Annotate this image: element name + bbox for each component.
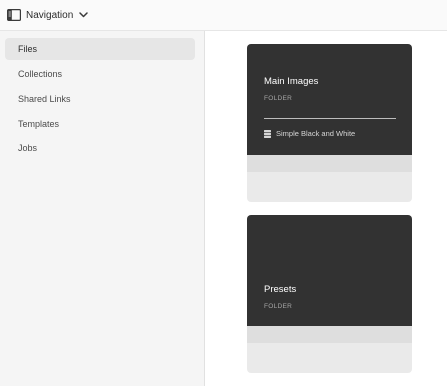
card-footer-strip: [247, 326, 412, 343]
card-title: Main Images: [264, 76, 319, 87]
card-footer-strip: [247, 155, 412, 172]
card-divider: [264, 118, 396, 119]
stack-icon: [264, 129, 271, 138]
sidebar-item-label: Shared Links: [18, 94, 71, 104]
navigation-toggle[interactable]: Navigation: [0, 0, 89, 31]
top-bar: Navigation: [0, 0, 447, 31]
chevron-down-icon: [79, 12, 89, 18]
card-type: FOLDER: [264, 95, 293, 102]
sidebar-item-jobs[interactable]: Jobs: [5, 137, 195, 159]
folder-card-presets[interactable]: Presets FOLDER: [247, 215, 412, 373]
card-meta: Simple Black and White: [264, 129, 355, 138]
content-area: Main Images FOLDER Simple Black and Whit…: [206, 31, 447, 386]
sidebar-item-templates[interactable]: Templates: [5, 113, 195, 135]
sidebar-item-label: Files: [18, 44, 38, 54]
navigation-label: Navigation: [26, 9, 74, 21]
card-meta-text: Simple Black and White: [276, 129, 356, 138]
sidebar-item-label: Jobs: [18, 143, 38, 153]
folder-card-main-images[interactable]: Main Images FOLDER Simple Black and Whit…: [247, 44, 412, 202]
left-rail-icon: [7, 9, 21, 21]
sidebar-item-label: Templates: [18, 119, 60, 129]
sidebar-item-label: Collections: [18, 69, 63, 79]
card-footer: [247, 343, 412, 373]
navigation-sidebar: Files Collections Shared Links Templates…: [0, 31, 205, 386]
sidebar-item-collections[interactable]: Collections: [5, 63, 195, 85]
card-title: Presets: [264, 284, 297, 295]
card-footer: [247, 172, 412, 202]
sidebar-item-shared-links[interactable]: Shared Links: [5, 88, 195, 110]
sidebar-item-files[interactable]: Files: [5, 38, 195, 60]
card-type: FOLDER: [264, 303, 293, 310]
